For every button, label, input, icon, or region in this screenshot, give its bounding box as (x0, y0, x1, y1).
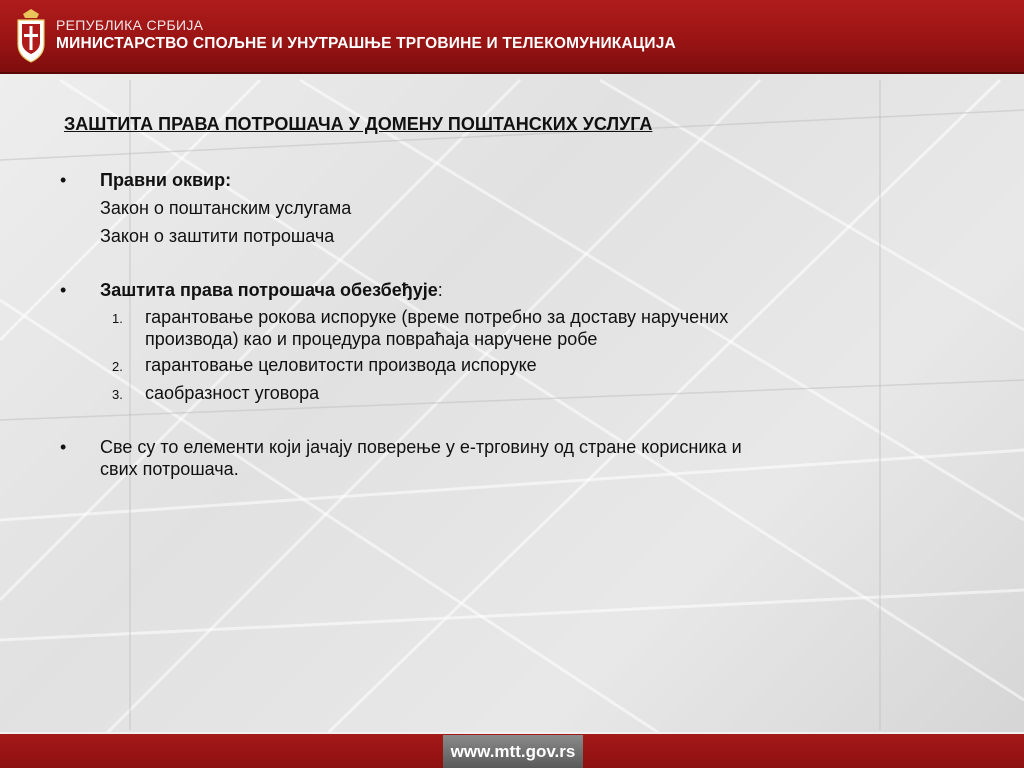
section-heading: Правни оквир: (100, 170, 232, 190)
list-text: гарантовање рокова испоруке (време потре… (145, 306, 905, 350)
list-number: 2. (112, 359, 123, 374)
list-number: 1. (112, 311, 123, 326)
list-text: саобразност уговора (145, 383, 320, 403)
header-country: РЕПУБЛИКА СРБИЈА (56, 17, 204, 33)
law-item: Закон о заштити потрошача (100, 226, 335, 246)
list-text: гарантовање целовитости производа испору… (145, 355, 537, 375)
header-banner: РЕПУБЛИКА СРБИЈА МИНИСТАРСТВО СПОЉНЕ И У… (0, 0, 1024, 74)
bullet-marker: • (60, 437, 67, 457)
section-heading-suffix: : (437, 280, 443, 300)
bullet-marker: • (60, 280, 67, 300)
page-title: ЗАШТИТА ПРАВА ПОТРОШАЧА У ДОМЕНУ ПОШТАНС… (64, 114, 653, 134)
law-item: Закон о поштанским услугама (100, 198, 352, 218)
bullet-marker: • (60, 170, 67, 190)
list-text-line: производа) као и процедура повраћаја нар… (145, 329, 598, 349)
serbian-coat-of-arms-icon (17, 9, 45, 63)
slide: РЕПУБЛИКА СРБИЈА МИНИСТАРСТВО СПОЉНЕ И У… (0, 0, 1024, 768)
list-number: 3. (112, 387, 123, 402)
list-text-line: гарантовање рокова испоруке (време потре… (145, 307, 729, 327)
paragraph-line: Све су то елементи који јачају поверење … (100, 437, 742, 457)
section-heading-text: Заштита права потрошача обезбеђује (100, 280, 438, 300)
paragraph-line: свих потрошача. (100, 459, 239, 479)
section-heading: Заштита права потрошача обезбеђује: (100, 280, 443, 301)
footer-url-link[interactable]: www.mtt.gov.rs (443, 735, 583, 768)
header-ministry: МИНИСТАРСТВО СПОЉНЕ И УНУТРАШЊЕ ТРГОВИНЕ… (56, 35, 676, 52)
